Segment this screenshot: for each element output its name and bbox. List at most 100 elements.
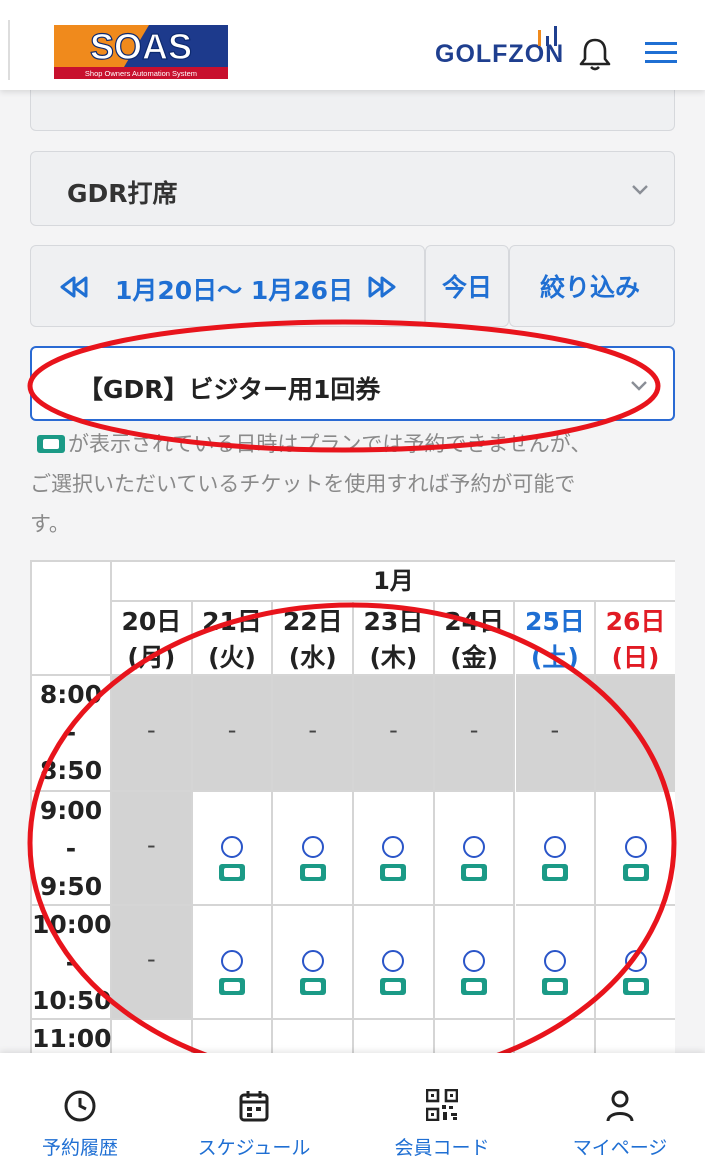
facility-select-value: GDR打席 (67, 179, 178, 208)
filter-button-label: 絞り込み (540, 273, 641, 302)
day-header: 26日 (日) (596, 602, 675, 676)
unavailable-dash: - (389, 716, 398, 744)
bell-icon[interactable] (578, 36, 612, 72)
day-number: 23日 (363, 607, 424, 636)
slot-available[interactable] (192, 792, 274, 906)
day-number: 24日 (444, 607, 505, 636)
unavailable-dash: - (550, 716, 560, 744)
table-corner (32, 562, 112, 676)
nav-label: スケジュール (197, 1137, 311, 1159)
note-line-2: ご選択いただいているチケットを使用すれば予約が可能で (30, 472, 576, 496)
slot-available[interactable] (596, 906, 675, 1020)
slot-available[interactable] (434, 792, 516, 906)
logo-main-text: SOAS (90, 26, 192, 67)
available-ticket-icon (299, 836, 326, 881)
day-header: 21日 (火) (192, 602, 274, 676)
golfzon-bars-icon (538, 26, 557, 46)
slot-available[interactable] (515, 792, 597, 906)
ticket-icon (37, 435, 65, 453)
available-ticket-icon (541, 950, 568, 995)
nav-label: 会員コード (394, 1137, 490, 1159)
slot-cell: - (112, 906, 193, 1020)
day-of-week: (金) (450, 643, 499, 672)
person-icon (606, 1090, 634, 1122)
time-start: 8:00 (39, 680, 103, 709)
time-end: 9:50 (39, 872, 103, 901)
date-range-nav: 1月20日〜 1月26日 (30, 245, 425, 327)
bottom-navigation: 予約履歴 スケジュール 会員コード マイページ (0, 1053, 705, 1170)
day-of-week: (火) (208, 643, 256, 672)
ticket-note: が表示されている日時はプランでは予約できませんが、 ご選択いただいているチケット… (30, 424, 675, 544)
time-slot-label: 10:00 - 10:50 (32, 906, 112, 1020)
unavailable-dash: - (308, 716, 318, 744)
slot-available[interactable] (354, 906, 435, 1020)
nav-reservation-history[interactable]: 予約履歴 (0, 1053, 160, 1170)
time-start: 10:00 (32, 910, 112, 939)
day-number: 21日 (202, 607, 262, 636)
time-sep: - (65, 834, 77, 863)
day-number: 20日 (121, 607, 182, 636)
ticket-select-value: 【GDR】ビジター用1回券 (78, 375, 381, 404)
schedule-table: 1月 20日 (月) 21日 (火) 22日 (水) 23日 (木) 24日 (金) 25日 (土) 26… (30, 560, 675, 1060)
hamburger-menu-icon[interactable] (645, 40, 677, 66)
qr-code-icon (426, 1089, 458, 1121)
day-header: 20日 (月) (112, 602, 193, 676)
slot-cell: - (515, 676, 597, 792)
slot-cell: - (273, 676, 355, 792)
soas-logo[interactable]: SOAS Shop Owners Automation System (54, 25, 228, 79)
date-range-label: 1月20日〜 1月26日 (115, 276, 354, 305)
day-number: 26日 (605, 607, 666, 636)
time-slot-label: 8:00 - 8:50 (32, 676, 112, 792)
day-of-week: (土) (530, 643, 579, 672)
slot-cell: - (354, 676, 435, 792)
time-start: 9:00 (39, 796, 103, 825)
slot-available[interactable] (354, 792, 435, 906)
time-sep: - (65, 948, 77, 977)
clock-icon (64, 1090, 96, 1122)
header-divider (8, 20, 10, 80)
unavailable-dash: - (147, 831, 156, 859)
slot-available[interactable] (434, 906, 516, 1020)
ticket-select[interactable]: 【GDR】ビジター用1回券 (30, 346, 675, 421)
available-ticket-icon (541, 836, 568, 881)
next-week-icon[interactable] (367, 276, 397, 298)
day-of-week: (日) (611, 643, 660, 672)
nav-label: マイページ (572, 1137, 668, 1159)
available-ticket-icon (219, 836, 246, 881)
month-header: 1月 (112, 562, 675, 602)
available-ticket-icon (380, 950, 407, 995)
logo-sub-text: Shop Owners Automation System (85, 69, 197, 78)
today-button[interactable]: 今日 (425, 245, 509, 327)
day-header: 24日 (金) (434, 602, 516, 676)
day-header: 23日 (木) (354, 602, 435, 676)
nav-schedule[interactable]: スケジュール (174, 1053, 334, 1170)
nav-my-page[interactable]: マイページ (540, 1053, 700, 1170)
available-ticket-icon (461, 950, 488, 995)
filter-button[interactable]: 絞り込み (509, 245, 675, 327)
unavailable-dash: - (147, 945, 156, 973)
slot-cell: - (192, 676, 274, 792)
nav-member-code[interactable]: 会員コード (362, 1053, 522, 1170)
note-line-3: す。 (30, 512, 70, 536)
chevron-down-icon (632, 185, 648, 195)
time-end: 8:50 (39, 756, 103, 785)
slot-cell: - (112, 676, 193, 792)
slot-cell: - (434, 676, 516, 792)
slot-cell: - (112, 792, 193, 906)
day-of-week: (水) (288, 643, 337, 672)
available-ticket-icon (380, 836, 407, 881)
slot-cell (596, 676, 675, 792)
facility-select[interactable]: GDR打席 (30, 151, 675, 226)
slot-available[interactable] (273, 792, 355, 906)
available-ticket-icon (299, 950, 326, 995)
slot-available[interactable] (192, 906, 274, 1020)
time-sep: - (65, 718, 77, 747)
chevron-down-icon (631, 381, 647, 391)
day-of-week: (月) (127, 643, 176, 672)
day-of-week: (木) (369, 643, 418, 672)
slot-available[interactable] (273, 906, 355, 1020)
previous-week-icon[interactable] (59, 276, 89, 298)
slot-available[interactable] (596, 792, 675, 906)
available-ticket-icon (461, 836, 488, 881)
slot-available[interactable] (515, 906, 597, 1020)
